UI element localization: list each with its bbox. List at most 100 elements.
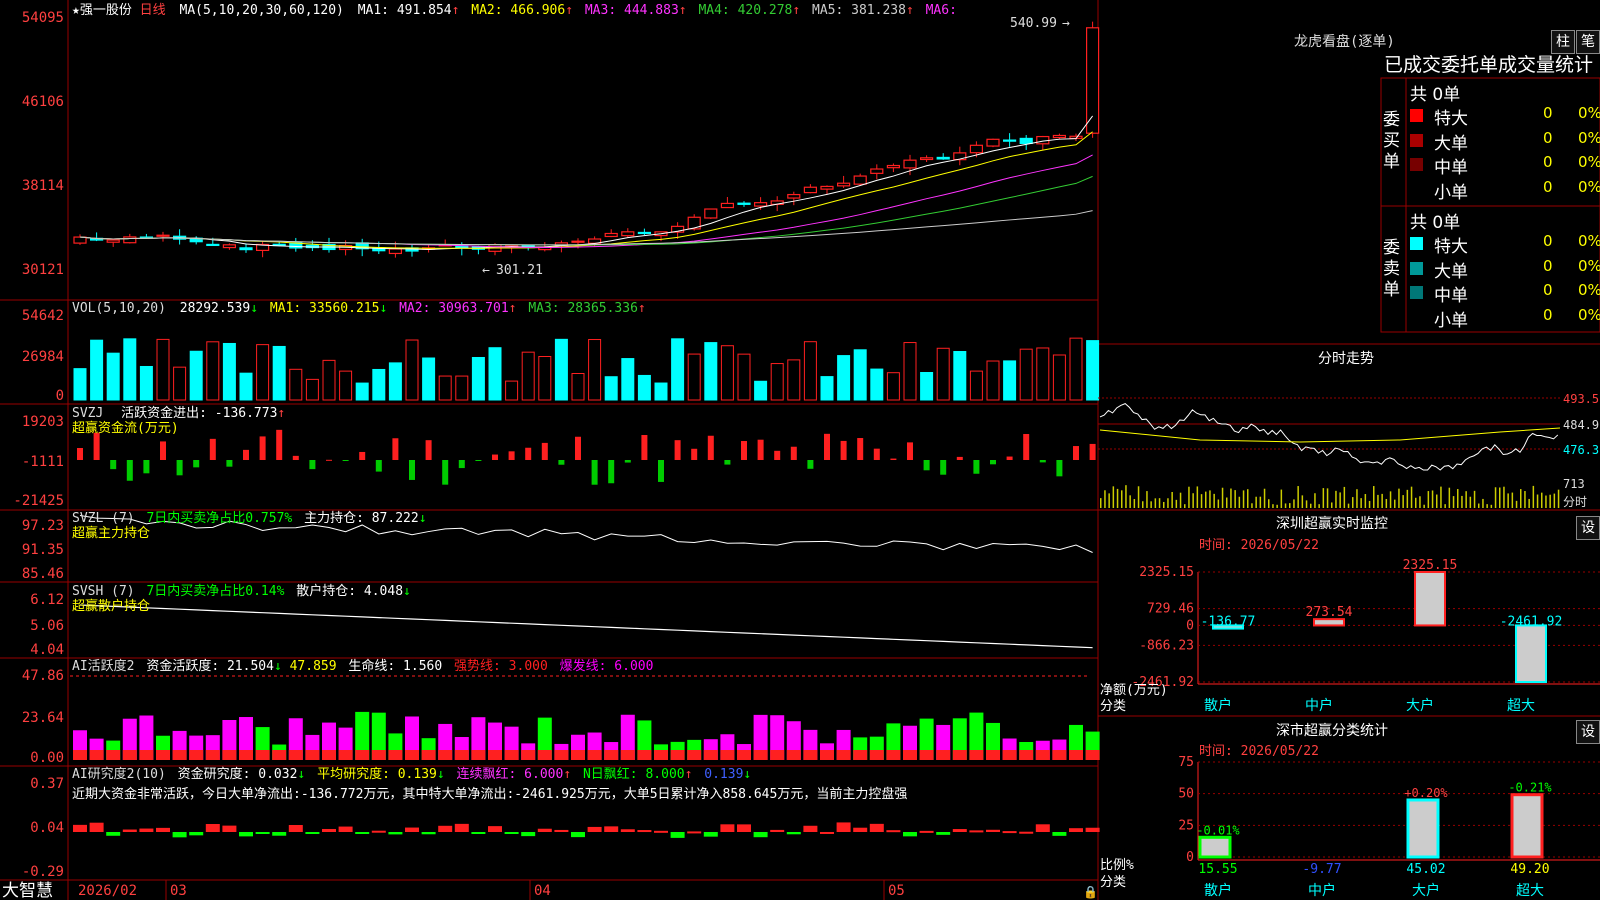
color-swatch [1410,133,1423,147]
main-chart-area[interactable]: 2325.15729.460-866.23-2461.92-136.77散户27… [0,0,1600,900]
ai2-y-tick: 0.04 [30,820,64,836]
ai1-base-bar [471,750,486,760]
ai1-desc: 资金活跃度: 21.504 [146,658,274,674]
candle-body [106,239,120,243]
tick-view-tab[interactable]: 笔 [1576,30,1600,54]
ai1-base-bar [355,750,370,760]
ai1-base-bar [122,750,137,760]
monitor-y-tick: 0 [1186,618,1194,633]
intraday-vol-bar [1549,494,1551,508]
ai2-last-arrow: ↓ [743,767,751,782]
ai2-bar [919,830,934,833]
volume-bar [139,365,153,401]
svzj-bar [93,432,100,460]
ai1-base-bar [388,750,403,760]
intraday-vol-bar [1100,498,1102,508]
volume-bar [754,380,768,401]
order-percent: 0% [1578,153,1600,171]
color-swatch [1410,158,1423,171]
order-count: 0 [1543,281,1553,299]
candle-body [853,175,867,185]
order-row: 大单 0 0% [1410,129,1600,154]
intraday-vol-bar [1473,490,1476,508]
classify-value-label: 15.55 [1198,862,1237,877]
intraday-vol-bar [1314,493,1316,508]
intraday-vol-bar [1385,498,1388,508]
ai1-base-bar [554,750,569,760]
classify-time: 时间: 2026/05/22 [1199,744,1319,759]
ai1-base-bar [1035,750,1050,760]
bar-view-tab[interactable]: 柱 [1551,30,1575,54]
ai1-base-bar [836,750,851,760]
ai1-base-bar [587,750,602,760]
ai1-base-bar [820,750,834,760]
monitor-y-label: 净额(万元) [1100,683,1168,698]
ai1-base-bar [438,750,453,760]
intraday-vol-bar [1507,493,1509,508]
svzl-title: SVZL (7) [72,511,135,526]
volume-bar [936,347,950,401]
classify-settings-button[interactable]: 设 [1576,720,1600,744]
svsh-desc: 7日内买卖净占比0.14% [146,583,284,599]
intraday-vol-bar [1465,491,1467,508]
ai2-bar [405,827,419,832]
ai2-nred: N日飘红: 8.000 [583,766,685,782]
volume-bar [339,370,353,401]
monitor-settings-button[interactable]: 设 [1576,516,1600,540]
buy-total: 共 0单 [1410,85,1461,105]
ai1-base-bar [803,750,818,760]
candle-body [886,164,901,169]
ai2-bar [122,829,137,832]
order-type-label: 特大 [1434,109,1468,129]
ai1-base-bar [670,750,685,760]
volume-bar [770,363,784,401]
lock-icon[interactable]: 🔒 [1083,885,1098,899]
ai-research-bars [73,822,1100,838]
ai2-bar [703,832,718,837]
ai1-base-bar [687,750,702,760]
intraday-vol-bar [1247,489,1249,508]
intraday-y-axis: 493.5 484.9 476.3 713 分时 [1563,392,1599,509]
ai1-base-bar [637,750,652,760]
intraday-vol-bar [1125,485,1127,508]
classify-y-tick: 25 [1178,818,1194,833]
svzj-bar [276,429,283,460]
volume-bar [969,370,983,401]
intraday-vol-bar [1431,490,1434,508]
color-swatch [1410,109,1423,122]
monitor-category-label: 大户 [1406,697,1434,714]
candle-body [787,193,801,199]
ai1-base-bar [371,750,386,760]
order-type-label: 小单 [1434,182,1468,203]
volume-bar [953,351,967,401]
svsh-y-axis: 6.12 5.06 4.04 [30,592,64,658]
ai1-arrow: ↓ [274,659,282,674]
ai1-base-bar [106,750,121,760]
ai1-base-bar [737,750,751,760]
intraday-vol-bar [1171,491,1173,508]
volume-bar [505,380,519,401]
svzj-bar [1039,460,1046,463]
svzj-bar [243,449,249,460]
intraday-vol-bar [1532,485,1535,508]
svsh-subtitle: 超赢散户持仓 [72,598,150,614]
volume-bar [289,368,303,401]
svzj-bar [907,442,913,460]
order-row: 特大 0 0% [1410,104,1600,129]
intraday-vol-bar [1158,498,1161,508]
ai2-bar [587,826,602,832]
classify-category-label: 超大 [1516,883,1544,899]
order-count: 0 [1543,153,1553,171]
date-axis: 2026/02 03 04 05 [78,883,905,899]
ma-line [79,131,1093,249]
intraday-vol-bar [1150,501,1152,508]
monitor-category-label: 中户 [1305,697,1333,714]
classify-category-label: 中户 [1308,882,1336,899]
ai2-red: 连续飘红: 6.000 [457,766,564,782]
intraday-vol-bar [1184,504,1186,508]
vol-ma3: MA3: 28365.336 [528,301,638,316]
vol-header: VOL(5,10,20) 28292.539↓ MA1: 33560.215↓ … [72,301,646,316]
intraday-vol-bar [1116,488,1119,508]
intraday-vol-bar [1553,493,1556,508]
candle-body [156,234,170,237]
